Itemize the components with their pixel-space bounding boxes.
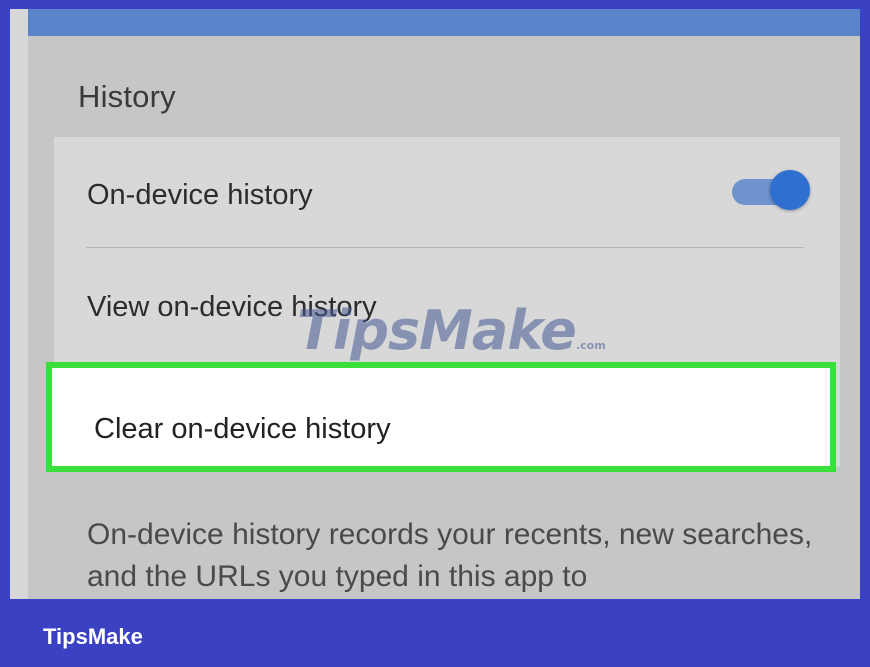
on-device-history-label: On-device history [87, 179, 313, 211]
toggle-knob[interactable] [770, 170, 810, 210]
clear-on-device-history-item[interactable]: Clear on-device history [46, 362, 836, 472]
divider [86, 247, 804, 248]
view-on-device-history-item[interactable]: View on-device history [87, 291, 377, 324]
phone-screen: History On-device history View on-device… [10, 9, 860, 599]
clear-on-device-history-label: Clear on-device history [94, 413, 391, 445]
footer-brand: TipsMake [43, 624, 143, 649]
app-top-bar [28, 9, 860, 36]
section-title: History [78, 79, 176, 114]
history-description: On-device history records your recents, … [87, 518, 813, 593]
